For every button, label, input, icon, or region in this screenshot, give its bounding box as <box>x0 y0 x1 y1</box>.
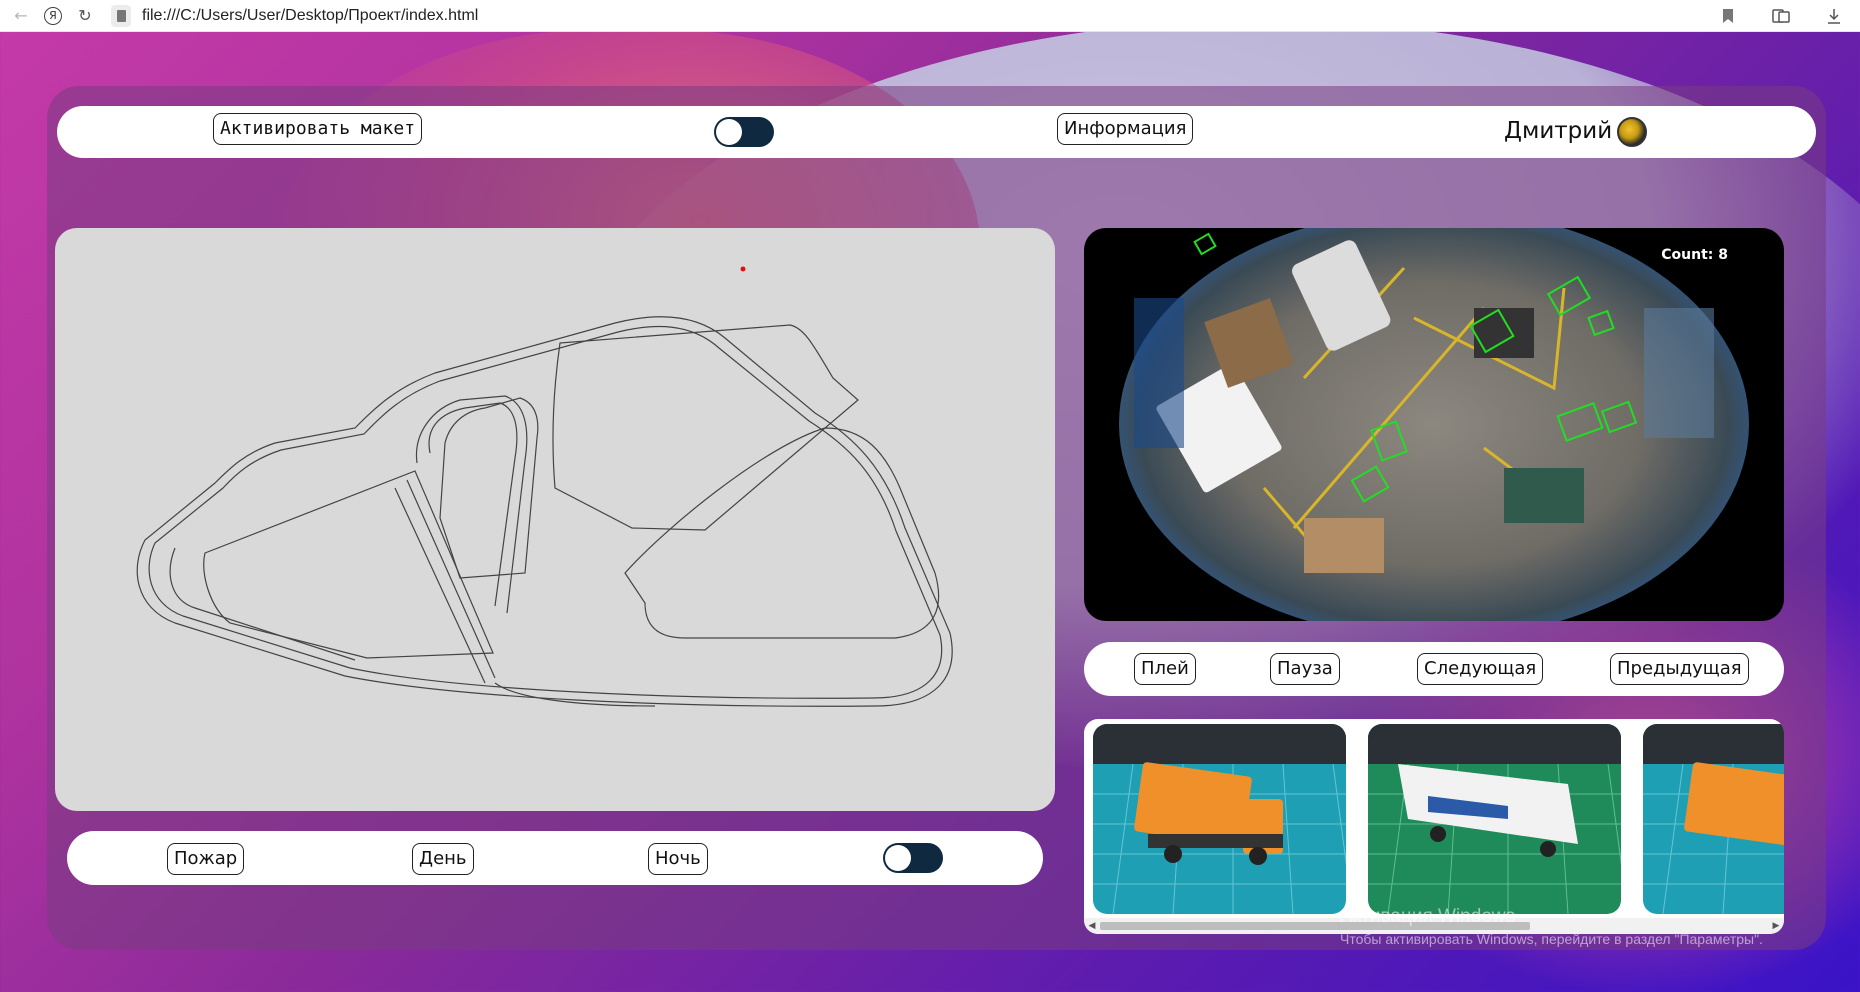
windows-activation-title: Активация Windows <box>1340 906 1516 927</box>
info-button[interactable]: Информация <box>1057 113 1194 145</box>
bookmark-icon[interactable] <box>1701 0 1754 32</box>
gallery-thumb-1[interactable] <box>1093 724 1346 914</box>
user-name: Дмитрий <box>1504 118 1613 144</box>
app-container: Активировать макет Информация Дмитрий По… <box>47 86 1826 950</box>
address-bar[interactable]: file:///C:/Users/User/Desktop/Проект/ind… <box>142 7 478 25</box>
white-bus-thumbnail <box>1368 724 1621 914</box>
avatar[interactable] <box>1617 117 1647 147</box>
collections-icon[interactable] <box>1754 0 1807 32</box>
reload-icon[interactable]: ↻ <box>69 0 101 32</box>
activate-layout-button[interactable]: Активировать макет <box>213 113 423 145</box>
back-arrow-icon[interactable]: ← <box>5 0 37 32</box>
yandex-icon[interactable]: Я <box>37 0 69 32</box>
orange-truck-thumbnail <box>1093 724 1346 914</box>
image-gallery[interactable]: ◀ ▶ <box>1084 719 1784 934</box>
file-icon <box>111 4 131 27</box>
scroll-left-icon[interactable]: ◀ <box>1084 918 1100 934</box>
track-map-panel[interactable] <box>55 228 1055 811</box>
detection-count: Count: 8 <box>1661 247 1728 263</box>
top-toggle-switch[interactable] <box>714 117 774 147</box>
play-button[interactable]: Плей <box>1134 653 1196 685</box>
position-marker <box>740 266 746 272</box>
fisheye-camera-feed: Count: 8 <box>1084 228 1784 621</box>
orange-truck-thumbnail-2 <box>1643 724 1784 914</box>
night-button[interactable]: Ночь <box>648 843 708 875</box>
next-button[interactable]: Следующая <box>1417 653 1544 685</box>
browser-toolbar: ← Я ↻ file:///C:/Users/User/Desktop/Прое… <box>0 0 1860 32</box>
track-outline <box>136 266 953 707</box>
yandex-logo: Я <box>44 6 62 25</box>
download-icon[interactable] <box>1807 0 1860 32</box>
bottom-toggle-switch[interactable] <box>883 843 943 873</box>
scroll-right-icon[interactable]: ▶ <box>1768 918 1784 934</box>
previous-button[interactable]: Предыдущая <box>1610 653 1749 685</box>
camera-image <box>1119 228 1749 621</box>
top-bar: Активировать макет Информация Дмитрий <box>57 106 1816 158</box>
toggle-knob <box>716 119 742 145</box>
pause-button[interactable]: Пауза <box>1270 653 1340 685</box>
windows-activation-text: Чтобы активировать Windows, перейдите в … <box>1340 931 1763 947</box>
day-button[interactable]: День <box>412 843 474 875</box>
fire-button[interactable]: Пожар <box>167 843 245 875</box>
toggle-knob <box>885 845 911 871</box>
playback-controls: Плей Пауза Следующая Предыдущая <box>1084 642 1784 696</box>
gallery-thumb-3[interactable] <box>1643 724 1784 914</box>
gallery-thumb-2[interactable] <box>1368 724 1621 914</box>
bottom-bar: Пожар День Ночь <box>67 831 1043 885</box>
